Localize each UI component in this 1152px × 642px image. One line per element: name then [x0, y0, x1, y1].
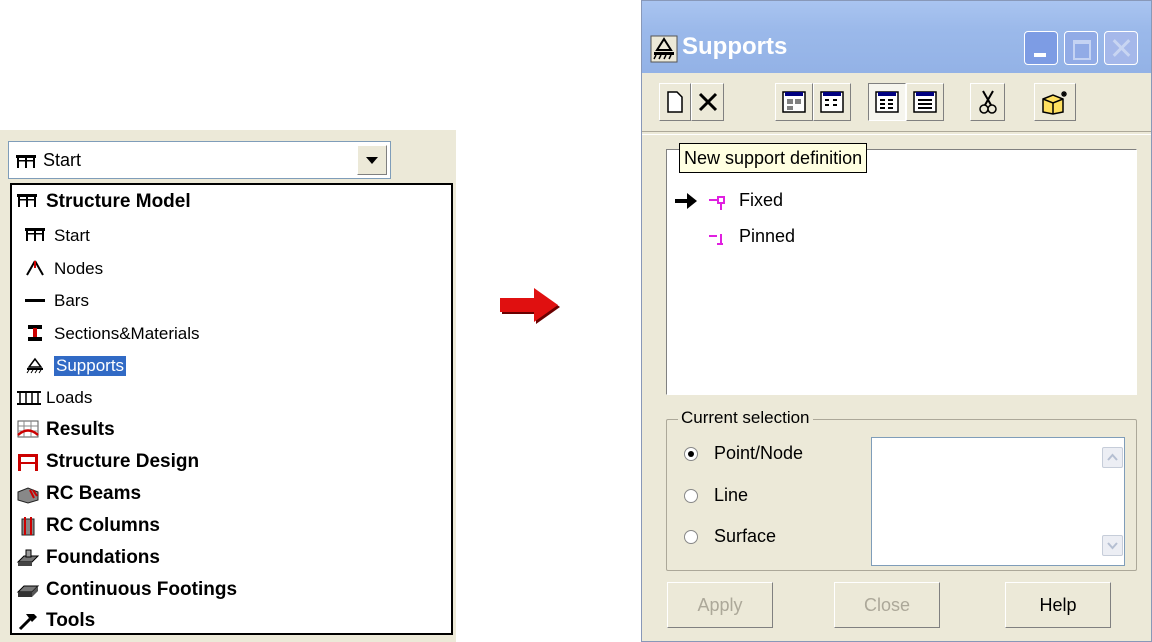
delete-icon [698, 92, 717, 112]
supports-tree[interactable]: Fixed Pinned [666, 149, 1137, 395]
radio-surface[interactable] [684, 530, 698, 544]
dialog-title: Supports [682, 33, 788, 60]
sections-materials-icon [24, 324, 48, 344]
results-icon [16, 420, 40, 440]
layout-combo[interactable]: Start [8, 141, 391, 179]
rc-beams-icon [16, 484, 40, 504]
close-button[interactable]: Close [834, 582, 940, 628]
loads-icon [16, 388, 41, 408]
dropdown-item-results[interactable]: Results [16, 414, 115, 446]
nodes-icon [24, 259, 48, 279]
selection-list[interactable] [871, 437, 1125, 566]
supports-icon [650, 35, 678, 63]
bars-icon [24, 291, 48, 311]
start-icon [24, 226, 48, 246]
minimize-icon[interactable] [1024, 31, 1058, 65]
dropdown-item-tools[interactable]: Tools [16, 605, 95, 637]
current-selection-legend: Current selection [678, 408, 813, 428]
view-small-icons-button[interactable] [813, 83, 851, 121]
dialog-titlebar[interactable]: Supports [642, 1, 1151, 73]
tooltip-new-support: New support definition [679, 143, 868, 173]
structure-model-icon [16, 192, 40, 212]
large-icons-icon [782, 91, 806, 113]
new-case-button[interactable] [1034, 83, 1076, 121]
maximize-icon[interactable] [1064, 31, 1098, 65]
view-details-button[interactable] [906, 83, 944, 121]
new-support-button[interactable] [659, 83, 691, 121]
view-list-button[interactable] [868, 83, 906, 121]
dropdown-item-continuous-footings[interactable]: Continuous Footings [16, 574, 237, 606]
close-icon[interactable] [1104, 31, 1138, 65]
combo-value: Start [43, 150, 82, 170]
details-view-icon [913, 91, 937, 113]
fixed-support-icon [709, 196, 725, 210]
dropdown-item-foundations[interactable]: Foundations [16, 542, 160, 574]
list-view-icon [875, 91, 899, 113]
dropdown-item-rc-columns[interactable]: RC Columns [16, 510, 160, 542]
start-icon [16, 155, 36, 168]
pinned-support-icon [709, 234, 723, 245]
box-sparkle-icon [1042, 91, 1067, 115]
dropdown-item-structure-design[interactable]: Structure Design [16, 446, 199, 478]
red-arrow-icon [500, 288, 560, 324]
scroll-up-icon[interactable] [1102, 447, 1123, 468]
layout-dropdown: Structure Model Start Nodes Bars Section… [10, 183, 453, 635]
tools-icon [16, 611, 40, 631]
structure-design-icon [16, 452, 40, 472]
foundations-icon [16, 548, 40, 568]
radio-point-node[interactable] [684, 447, 698, 461]
dropdown-item-loads[interactable]: Loads [16, 382, 92, 414]
tree-item-pinned[interactable]: Pinned [739, 226, 795, 247]
scissors-icon [978, 90, 997, 114]
radio-line[interactable] [684, 489, 698, 503]
radio-label-point-node: Point/Node [714, 443, 804, 463]
supports-icon [24, 356, 48, 376]
radio-label-line: Line [714, 485, 749, 505]
chevron-down-icon[interactable] [357, 145, 387, 175]
scroll-down-icon[interactable] [1102, 535, 1123, 556]
help-button[interactable]: Help [1005, 582, 1111, 628]
toolbar-divider [642, 131, 1151, 135]
cut-button[interactable] [970, 83, 1005, 121]
tree-item-fixed[interactable]: Fixed [739, 190, 783, 211]
view-large-icons-button[interactable] [775, 83, 813, 121]
radio-label-surface: Surface [714, 526, 777, 546]
dropdown-item-structure-model[interactable]: Structure Model [16, 186, 191, 218]
dropdown-item-start[interactable]: Start [24, 220, 90, 252]
dropdown-item-supports[interactable]: Supports [24, 350, 127, 382]
dropdown-item-rc-beams[interactable]: RC Beams [16, 478, 141, 510]
dropdown-item-nodes[interactable]: Nodes [24, 253, 103, 285]
small-icons-icon [820, 91, 844, 113]
supports-dialog: Supports Fixed Pinned Current selection [641, 0, 1152, 642]
apply-button[interactable]: Apply [667, 582, 773, 628]
current-item-arrow-icon [675, 193, 697, 209]
dropdown-item-bars[interactable]: Bars [24, 285, 89, 317]
rc-columns-icon [16, 516, 40, 536]
continuous-footings-icon [16, 580, 40, 600]
dropdown-item-sections-materials[interactable]: Sections&Materials [24, 318, 200, 350]
delete-support-button[interactable] [691, 83, 724, 121]
new-document-icon [667, 91, 683, 113]
